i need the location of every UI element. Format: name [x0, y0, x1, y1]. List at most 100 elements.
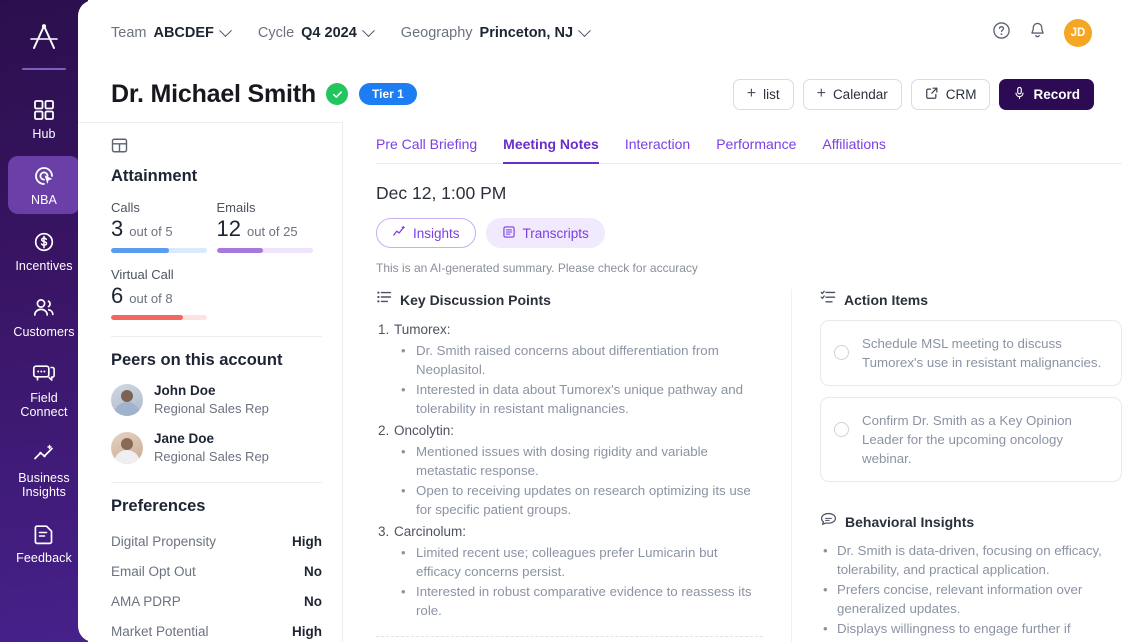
action-item-checkbox[interactable] — [834, 422, 849, 437]
list-item: Carcinolum: Limited recent use; colleagu… — [376, 522, 763, 620]
sidebar-item-feedback[interactable]: Feedback — [8, 514, 80, 572]
target-cursor-icon — [32, 163, 56, 189]
table-row: Email Opt Out No — [111, 556, 322, 586]
header-actions: + list + Calendar CRM — [733, 79, 1094, 110]
chat-bubbles-icon — [32, 361, 56, 387]
filter-geography-key: Geography — [401, 25, 473, 41]
tab-interaction[interactable]: Interaction — [625, 136, 690, 164]
insight-item: Dr. Smith is data-driven, focusing on ef… — [820, 541, 1122, 579]
progress-bar — [217, 248, 313, 253]
metric-value: 3 — [111, 216, 123, 242]
sidebar-item-incentives[interactable]: Incentives — [8, 222, 80, 280]
filter-geography[interactable]: Geography Princeton, NJ — [401, 25, 589, 41]
chevron-down-icon — [578, 24, 591, 37]
preferences-list: Digital Propensity High Email Opt Out No… — [111, 526, 322, 642]
preference-key: Digital Propensity — [111, 534, 216, 549]
key-discussion-list: Tumorex: Dr. Smith raised concerns about… — [376, 320, 763, 620]
microphone-icon — [1013, 86, 1026, 103]
add-list-label: list — [763, 87, 780, 102]
sidebar-item-business-insights[interactable]: Business Insights — [8, 434, 80, 506]
panel-divider — [111, 482, 322, 483]
list-item[interactable]: John Doe Regional Sales Rep — [111, 382, 322, 418]
tab-affiliations[interactable]: Affiliations — [822, 136, 886, 164]
metric-virtual-call: Virtual Call 6 out of 8 — [111, 267, 217, 320]
insights-toggle[interactable]: Insights — [376, 218, 476, 248]
progress-bar — [111, 248, 207, 253]
profile-tabs: Pre Call Briefing Meeting Notes Interact… — [376, 122, 1122, 164]
add-calendar-label: Calendar — [833, 87, 888, 102]
transcripts-toggle[interactable]: Transcripts — [486, 218, 605, 248]
peer-name: John Doe — [154, 383, 216, 398]
sidebar-item-field-connect[interactable]: Field Connect — [8, 354, 80, 426]
preference-key: AMA PDRP — [111, 594, 181, 609]
table-row: Digital Propensity High — [111, 526, 322, 556]
bell-icon[interactable] — [1028, 21, 1047, 45]
sidebar-item-nba[interactable]: NBA — [8, 156, 80, 214]
tab-pre-call-briefing[interactable]: Pre Call Briefing — [376, 136, 477, 164]
add-list-button[interactable]: + list — [733, 79, 794, 110]
sidebar-item-label: Business Insights — [18, 471, 70, 499]
global-filter-bar: Team ABCDEF Cycle Q4 2024 Geography Prin… — [78, 0, 1122, 66]
preference-value: No — [304, 564, 322, 579]
brand-logo-icon[interactable] — [27, 14, 61, 62]
status-badge[interactable]: Tier 1 — [359, 83, 417, 105]
filter-team[interactable]: Team ABCDEF — [111, 25, 230, 41]
notes-columns: Key Discussion Points Tumorex: Dr. Smith… — [376, 289, 1122, 642]
preference-value: No — [304, 594, 322, 609]
action-item-card[interactable]: Confirm Dr. Smith as a Key Opinion Leade… — [820, 397, 1122, 482]
discussion-point: Interested in data about Tumorex's uniqu… — [376, 380, 763, 418]
action-item-card[interactable]: Schedule MSL meeting to discuss Tumorex'… — [820, 320, 1122, 386]
metric-target: out of 8 — [129, 291, 172, 306]
list-bullets-icon — [376, 289, 392, 310]
crm-label: CRM — [946, 87, 977, 102]
behavioral-insights-list: Dr. Smith is data-driven, focusing on ef… — [820, 541, 1122, 642]
section-divider — [376, 636, 763, 637]
discussion-topic: Carcinolum: — [376, 522, 763, 542]
sidebar-item-hub[interactable]: Hub — [8, 90, 80, 148]
document-lines-icon — [33, 521, 55, 547]
preference-key: Market Potential — [111, 624, 209, 639]
filter-geography-value: Princeton, NJ — [480, 25, 573, 41]
check-circle-icon — [326, 83, 348, 105]
sidebar-item-customers[interactable]: Customers — [8, 288, 80, 346]
people-icon — [32, 295, 56, 321]
table-row: AMA PDRP No — [111, 586, 322, 616]
preferences-title: Preferences — [111, 497, 322, 516]
behavioral-insights-title: Behavioral Insights — [845, 514, 974, 530]
dollar-circle-icon — [33, 229, 55, 255]
main-content-area: Team ABCDEF Cycle Q4 2024 Geography Prin… — [78, 0, 1122, 642]
filter-cycle[interactable]: Cycle Q4 2024 — [258, 25, 373, 41]
list-item[interactable]: Jane Doe Regional Sales Rep — [111, 430, 322, 466]
question-circle-icon[interactable] — [992, 21, 1011, 45]
metric-target: out of 25 — [247, 224, 298, 239]
sidebar-item-label: NBA — [31, 193, 57, 207]
sidebar-divider — [22, 68, 66, 70]
crm-button[interactable]: CRM — [911, 79, 991, 110]
meeting-date: Dec 12, 1:00 PM — [376, 183, 1122, 204]
filter-bar-right-actions: JD — [992, 19, 1092, 47]
key-discussion-header: Key Discussion Points — [376, 289, 763, 310]
action-items-title: Action Items — [844, 292, 928, 308]
add-calendar-button[interactable]: + Calendar — [803, 79, 902, 110]
action-item-checkbox[interactable] — [834, 345, 849, 360]
record-button[interactable]: Record — [999, 79, 1094, 110]
trend-sparkle-icon — [32, 441, 56, 467]
sidebar-item-label: Customers — [13, 325, 74, 339]
action-item-text: Confirm Dr. Smith as a Key Opinion Leade… — [862, 411, 1106, 468]
list-item: Tumorex: Dr. Smith raised concerns about… — [376, 320, 763, 418]
tab-performance[interactable]: Performance — [716, 136, 796, 164]
table-layout-icon[interactable] — [111, 137, 322, 159]
sidebar-item-label: Feedback — [16, 551, 72, 565]
action-items-header: Action Items — [820, 289, 1122, 310]
filter-team-key: Team — [111, 25, 146, 41]
meeting-notes-panel: Pre Call Briefing Meeting Notes Interact… — [343, 122, 1122, 642]
sidebar-item-label: Hub — [32, 127, 55, 141]
metric-value: 6 — [111, 283, 123, 309]
avatar[interactable]: JD — [1064, 19, 1092, 47]
key-discussion-column: Key Discussion Points Tumorex: Dr. Smith… — [376, 289, 792, 642]
tab-meeting-notes[interactable]: Meeting Notes — [503, 136, 599, 164]
checklist-icon — [820, 289, 836, 310]
ai-disclaimer: This is an AI-generated summary. Please … — [376, 261, 1122, 275]
action-items-column: Action Items Schedule MSL meeting to dis… — [792, 289, 1122, 642]
filter-team-value: ABCDEF — [153, 25, 213, 41]
